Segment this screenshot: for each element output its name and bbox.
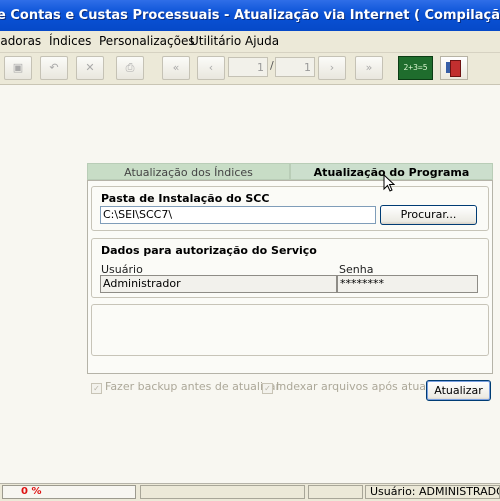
window-title: e Contas e Custas Processuais - Atualiza… <box>0 8 500 23</box>
install-path-input[interactable]: C:\SEI\SCC7\ <box>100 206 376 224</box>
update-button[interactable]: Atualizar <box>426 380 491 401</box>
menu-utilitario[interactable]: Utilitário <box>190 34 241 49</box>
save-icon[interactable]: ▣ <box>4 56 32 80</box>
status-panel-2 <box>308 485 363 499</box>
browse-button[interactable]: Procurar... <box>380 205 477 225</box>
first-record-icon[interactable]: « <box>162 56 190 80</box>
undo-icon[interactable]: ↶ <box>40 56 68 80</box>
menu-calculadoras[interactable]: ladoras <box>0 34 41 49</box>
menu-ajuda[interactable]: Ajuda <box>245 34 279 49</box>
page-separator: / <box>270 59 274 72</box>
backup-check-icon: ✓ <box>91 383 102 394</box>
title-bar: e Contas e Custas Processuais - Atualiza… <box>0 0 500 31</box>
mouse-cursor-icon <box>383 174 395 192</box>
backup-label: Fazer backup antes de atualizar <box>105 380 281 393</box>
delete-icon[interactable]: ✕ <box>76 56 104 80</box>
auth-group-label: Dados para autorização do Serviço <box>101 244 317 257</box>
user-field[interactable]: Administrador <box>100 275 337 293</box>
menu-bar: ladoras Índices Personalizações Utilitár… <box>0 31 500 53</box>
total-pages-field: 1 <box>275 57 315 77</box>
previous-record-icon[interactable]: ‹ <box>197 56 225 80</box>
exit-door-shape <box>450 60 461 77</box>
index-checkbox[interactable]: ✓ Indexar arquivos após atualizar <box>262 380 449 394</box>
print-icon[interactable]: ⎙ <box>116 56 144 80</box>
menu-indices[interactable]: Índices <box>49 34 91 49</box>
calculator-icon[interactable]: 2+3=5 <box>398 56 433 80</box>
backup-checkbox[interactable]: ✓ Fazer backup antes de atualizar <box>91 380 280 394</box>
progress-indicator: 0 % <box>2 485 136 499</box>
password-field[interactable]: ******** <box>337 275 478 293</box>
current-page-field[interactable]: 1 <box>228 57 268 77</box>
index-label: Indexar arquivos após atualizar <box>276 380 450 393</box>
tab-atualizacao-indices[interactable]: Atualização dos Índices <box>87 163 290 180</box>
last-record-icon[interactable]: » <box>355 56 383 80</box>
install-folder-label: Pasta de Instalação do SCC <box>101 192 270 205</box>
status-bar: 0 % Usuário: ADMINISTRADOR <box>0 483 500 501</box>
toolbar: ▣ ↶ ✕ ⎙ « ‹ 1 / 1 › » 2+3=5 <box>0 53 500 85</box>
next-record-icon[interactable]: › <box>318 56 346 80</box>
exit-door-icon[interactable] <box>440 56 468 80</box>
status-panel <box>140 485 305 499</box>
menu-personalizacoes[interactable]: Personalizações <box>99 34 195 49</box>
index-check-icon: ✓ <box>262 383 273 394</box>
status-user: Usuário: ADMINISTRADOR <box>365 485 500 499</box>
log-area <box>91 304 489 356</box>
